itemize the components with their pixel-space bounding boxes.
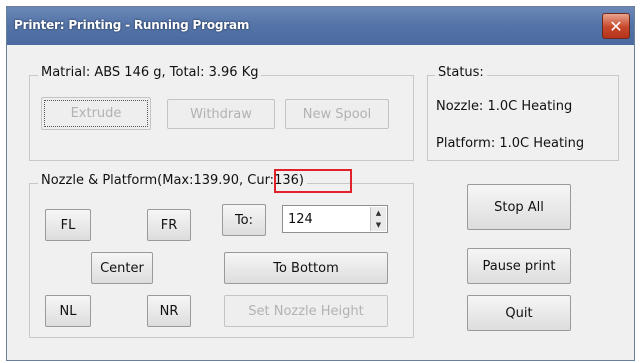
extrude-button[interactable]: Extrude [41, 97, 151, 130]
to-height-button[interactable]: To: [222, 204, 266, 236]
nr-button[interactable]: NR [147, 295, 191, 327]
nozzle-platform-label: Nozzle & Platform(Max:139.90, Cur:136) [38, 173, 307, 188]
height-stepper[interactable]: ▲ ▼ [282, 205, 388, 233]
nl-button[interactable]: NL [45, 295, 91, 327]
platform-status: Platform: 1.0C Heating [436, 136, 585, 151]
set-nozzle-height-button[interactable]: Set Nozzle Height [224, 295, 388, 327]
close-button[interactable]: ✕ [602, 13, 630, 39]
height-spinner[interactable]: ▲ ▼ [370, 207, 386, 231]
to-bottom-button[interactable]: To Bottom [224, 252, 388, 284]
stop-all-button[interactable]: Stop All [467, 184, 571, 230]
title-bar[interactable]: Printer: Printing - Running Program ✕ [7, 7, 634, 45]
pause-print-button[interactable]: Pause print [467, 248, 571, 284]
height-input[interactable] [288, 208, 368, 230]
current-height-highlight [274, 169, 352, 193]
window-title: Printer: Printing - Running Program [14, 18, 250, 32]
nozzle-platform-label-prefix: Nozzle & Platform(Max:139.90, [41, 173, 248, 188]
printer-dialog: Printer: Printing - Running Program ✕ Ma… [6, 6, 635, 361]
material-label: Matrial: ABS 146 g, Total: 3.96 Kg [38, 65, 262, 80]
quit-button[interactable]: Quit [467, 295, 571, 331]
withdraw-button[interactable]: Withdraw [167, 99, 275, 129]
nozzle-status: Nozzle: 1.0C Heating [436, 99, 573, 114]
close-icon: ✕ [609, 16, 623, 36]
spin-down-icon[interactable]: ▼ [371, 219, 386, 231]
status-label: Status: [435, 65, 487, 80]
new-spool-button[interactable]: New Spool [285, 99, 389, 129]
fr-button[interactable]: FR [147, 209, 191, 241]
center-button[interactable]: Center [91, 252, 153, 284]
fl-button[interactable]: FL [45, 209, 91, 241]
